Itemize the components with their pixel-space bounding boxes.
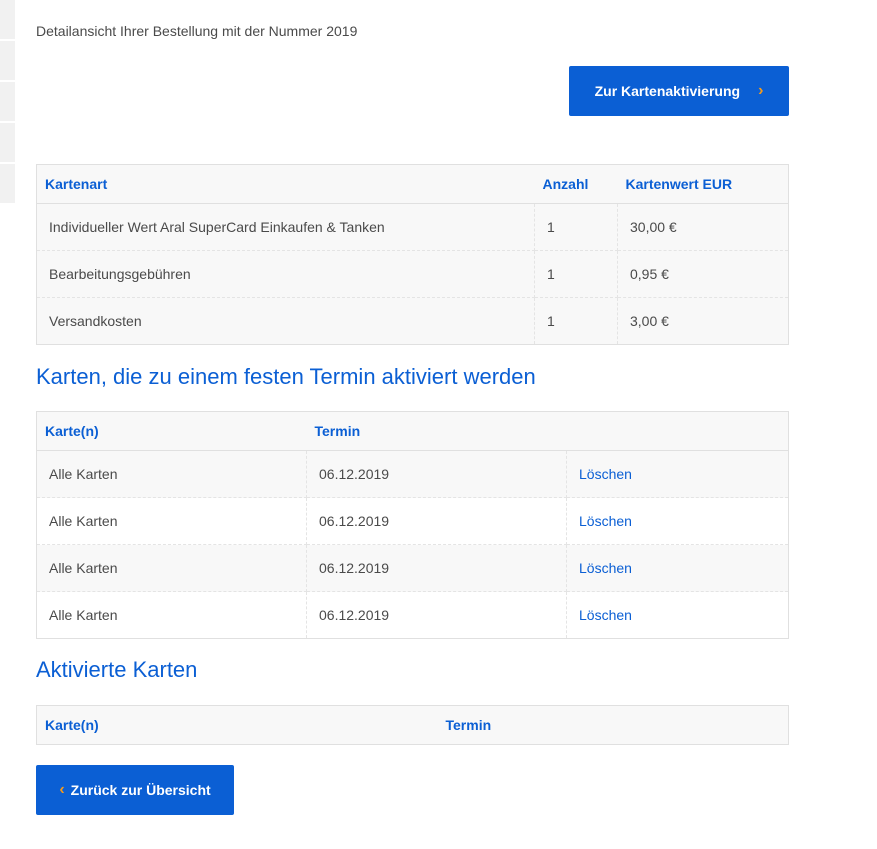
sidebar-edge-tab[interactable] <box>0 164 15 205</box>
cell-card-type: Bearbeitungsgebühren <box>36 250 535 298</box>
column-header-date[interactable]: Termin <box>437 705 789 745</box>
order-table: Kartenart Anzahl Kartenwert EUR Individu… <box>36 164 789 345</box>
back-to-overview-label: Zurück zur Übersicht <box>70 782 211 798</box>
table-row: Versandkosten 1 3,00 € <box>36 297 789 345</box>
cell-card-type: Individueller Wert Aral SuperCard Einkau… <box>36 203 535 251</box>
sidebar-edge <box>0 0 15 205</box>
column-header-quantity[interactable]: Anzahl <box>534 164 618 204</box>
column-header-action <box>566 411 789 451</box>
sidebar-edge-tab[interactable] <box>0 123 15 164</box>
sidebar-edge-tab[interactable] <box>0 82 15 123</box>
table-header-row: Karte(n) Termin <box>36 411 789 451</box>
scheduled-cards-table: Karte(n) Termin Alle Karten 06.12.2019 L… <box>36 411 789 639</box>
delete-link[interactable]: Löschen <box>566 450 789 498</box>
table-row: Alle Karten 06.12.2019 Löschen <box>36 450 789 498</box>
cell-date: 06.12.2019 <box>306 450 567 498</box>
order-intro-text: Detailansicht Ihrer Bestellung mit der N… <box>36 23 358 39</box>
table-header-row: Karte(n) Termin <box>36 705 789 745</box>
cell-cards: Alle Karten <box>36 591 307 639</box>
cell-card-value: 3,00 € <box>617 297 789 345</box>
table-row: Alle Karten 06.12.2019 Löschen <box>36 497 789 545</box>
table-row: Individueller Wert Aral SuperCard Einkau… <box>36 203 789 251</box>
column-header-cards[interactable]: Karte(n) <box>36 705 438 745</box>
table-row: Alle Karten 06.12.2019 Löschen <box>36 544 789 592</box>
table-header-row: Kartenart Anzahl Kartenwert EUR <box>36 164 789 204</box>
cell-card-value: 30,00 € <box>617 203 789 251</box>
cell-date: 06.12.2019 <box>306 497 567 545</box>
column-header-card-type[interactable]: Kartenart <box>36 164 535 204</box>
cell-cards: Alle Karten <box>36 544 307 592</box>
table-row: Bearbeitungsgebühren 1 0,95 € <box>36 250 789 298</box>
cell-quantity: 1 <box>534 203 618 251</box>
cell-cards: Alle Karten <box>36 497 307 545</box>
column-header-date[interactable]: Termin <box>306 411 567 451</box>
table-row: Alle Karten 06.12.2019 Löschen <box>36 591 789 639</box>
activated-cards-heading: Aktivierte Karten <box>36 657 198 682</box>
delete-link[interactable]: Löschen <box>566 591 789 639</box>
delete-link[interactable]: Löschen <box>566 544 789 592</box>
column-header-cards[interactable]: Karte(n) <box>36 411 307 451</box>
chevron-left-icon: ‹ <box>59 781 65 798</box>
cell-date: 06.12.2019 <box>306 591 567 639</box>
cell-quantity: 1 <box>534 250 618 298</box>
cell-date: 06.12.2019 <box>306 544 567 592</box>
sidebar-edge-tab[interactable] <box>0 41 15 82</box>
chevron-right-icon: › <box>758 82 764 99</box>
scheduled-cards-heading: Karten, die zu einem festen Termin aktiv… <box>36 364 536 389</box>
cell-card-type: Versandkosten <box>36 297 535 345</box>
delete-link[interactable]: Löschen <box>566 497 789 545</box>
sidebar-edge-tab[interactable] <box>0 0 15 41</box>
column-header-card-value[interactable]: Kartenwert EUR <box>617 164 789 204</box>
card-activation-button[interactable]: Zur Kartenaktivierung › <box>569 66 789 116</box>
cell-card-value: 0,95 € <box>617 250 789 298</box>
cell-quantity: 1 <box>534 297 618 345</box>
activated-cards-table: Karte(n) Termin <box>36 705 789 745</box>
back-to-overview-button[interactable]: ‹ Zurück zur Übersicht <box>36 765 234 815</box>
card-activation-label: Zur Kartenaktivierung <box>594 83 741 99</box>
cell-cards: Alle Karten <box>36 450 307 498</box>
